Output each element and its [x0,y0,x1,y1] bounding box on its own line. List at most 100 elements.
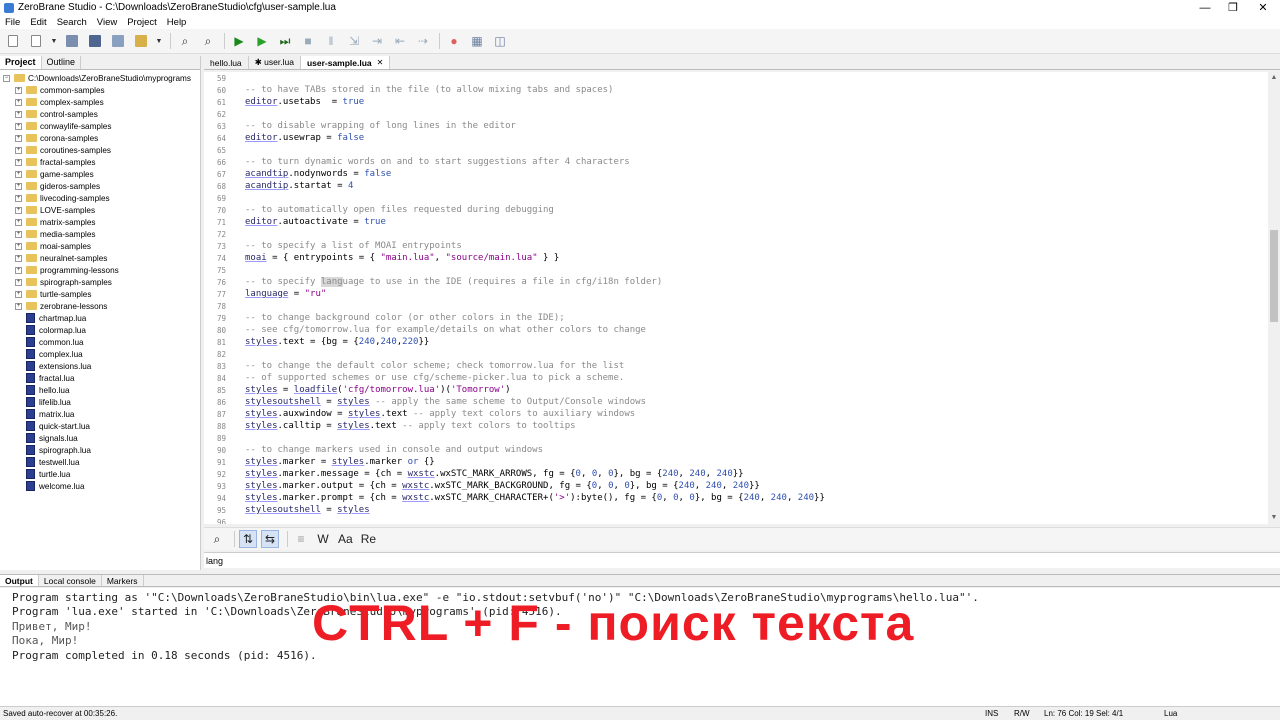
expand-icon[interactable]: + [15,182,22,190]
save-all-icon[interactable] [86,32,104,50]
code-line[interactable]: 83 -- to change the default color scheme;… [204,360,1268,372]
editor-scrollbar[interactable]: ▲ ▼ [1268,72,1280,524]
tree-folder[interactable]: + coroutines-samples [0,144,200,156]
code-line[interactable]: 87 styles.auxwindow = styles.text -- appl… [204,408,1268,420]
step-into-icon[interactable]: ⇲ [345,32,363,50]
expand-icon[interactable]: + [15,158,22,166]
code-line[interactable]: 95 stylesoutshell = styles [204,504,1268,516]
code-line[interactable]: 78 [204,300,1268,312]
code-line[interactable]: 70 -- to automatically open files request… [204,204,1268,216]
expand-icon[interactable]: + [15,194,22,202]
menu-search[interactable]: Search [52,17,92,28]
in-selection-icon[interactable]: ⇅ [239,530,257,548]
code-line[interactable]: 61 editor.usetabs = true [204,96,1268,108]
find-input[interactable]: lang [204,552,1280,568]
menu-file[interactable]: File [0,17,25,28]
tab-project[interactable]: Project [0,56,42,69]
tree-folder[interactable]: + complex-samples [0,96,200,108]
find-icon[interactable]: ⌕ [176,32,194,50]
context-icon[interactable]: ≡ [292,530,310,548]
code-line[interactable]: 59 [204,72,1268,84]
chevron-down-icon[interactable]: ▼ [155,32,163,50]
tree-folder[interactable]: + neuralnet-samples [0,252,200,264]
maximize-button[interactable]: ❐ [1218,0,1248,15]
expand-icon[interactable]: + [15,242,22,250]
code-line[interactable]: 60 -- to have TABs stored in the file (to… [204,84,1268,96]
tree-folder[interactable]: + zerobrane-lessons [0,300,200,312]
code-line[interactable]: 68 acandtip.startat = 4 [204,180,1268,192]
code-editor[interactable]: 59 60 -- to have TABs stored in the file (… [204,72,1268,524]
tab-output[interactable]: Output [0,575,39,586]
code-line[interactable]: 81 styles.text = {bg = {240,240,220}} [204,336,1268,348]
code-line[interactable]: 92 styles.marker.message = {ch = wxstc.wx… [204,468,1268,480]
stack-window-icon[interactable]: ▦ [468,32,486,50]
expand-icon[interactable]: + [15,122,22,130]
match-case-button[interactable]: Aa [336,530,355,548]
code-line[interactable]: 94 styles.marker.prompt = {ch = wxstc.wxS… [204,492,1268,504]
tree-file[interactable]: fractal.lua [0,372,200,384]
code-line[interactable]: 96 [204,516,1268,525]
tree-folder[interactable]: + control-samples [0,108,200,120]
tab-hello-lua[interactable]: hello.lua [204,56,249,69]
save-icon[interactable] [63,32,81,50]
code-line[interactable]: 80 -- see cfg/tomorrow.lua for example/de… [204,324,1268,336]
menu-project[interactable]: Project [122,17,162,28]
project-dropdown-icon[interactable] [132,32,150,50]
tree-root[interactable]: − C:\Downloads\ZeroBraneStudio\myprogram… [0,72,200,84]
expand-icon[interactable]: + [15,134,22,142]
tab-outline[interactable]: Outline [42,56,82,69]
close-tab-icon[interactable]: ✕ [377,58,384,67]
code-line[interactable]: 62 [204,108,1268,120]
tree-file[interactable]: complex.lua [0,348,200,360]
replace-icon[interactable]: ⌕ [199,32,217,50]
tree-folder[interactable]: + programming-lessons [0,264,200,276]
expand-icon[interactable]: + [15,146,22,154]
tab-user-lua[interactable]: ✱ user.lua [249,56,301,69]
tab-user-sample-lua[interactable]: user-sample.lua ✕ [300,56,391,69]
tree-folder[interactable]: + turtle-samples [0,288,200,300]
collapse-icon[interactable]: − [3,74,10,82]
tree-folder[interactable]: + media-samples [0,228,200,240]
expand-icon[interactable]: + [15,86,22,94]
tree-file[interactable]: spirograph.lua [0,444,200,456]
start-debug-icon[interactable]: ▶ [230,32,248,50]
tab-markers[interactable]: Markers [102,575,144,586]
step-over-icon[interactable]: ⇥ [368,32,386,50]
code-line[interactable]: 84 -- of supported schemes or use cfg/sch… [204,372,1268,384]
menu-view[interactable]: View [92,17,122,28]
code-line[interactable]: 89 [204,432,1268,444]
expand-icon[interactable]: + [15,170,22,178]
code-line[interactable]: 73 -- to specify a list of MOAI entrypoin… [204,240,1268,252]
run-to-cursor-icon[interactable]: ⇢ [414,32,432,50]
tree-folder[interactable]: + matrix-samples [0,216,200,228]
code-line[interactable]: 82 [204,348,1268,360]
code-line[interactable]: 64 editor.usewrap = false [204,132,1268,144]
regex-button[interactable]: Re [359,530,378,548]
toggle-breakpoint-icon[interactable]: ● [445,32,463,50]
code-line[interactable]: 86 stylesoutshell = styles -- apply the s… [204,396,1268,408]
code-line[interactable]: 93 styles.marker.output = {ch = wxstc.wxS… [204,480,1268,492]
tree-file[interactable]: lifelib.lua [0,396,200,408]
tree-file[interactable]: common.lua [0,336,200,348]
expand-icon[interactable]: + [15,278,22,286]
tree-folder[interactable]: + corona-samples [0,132,200,144]
tree-file[interactable]: signals.lua [0,432,200,444]
tab-local-console[interactable]: Local console [39,575,102,586]
project-dir-icon[interactable] [109,32,127,50]
code-line[interactable]: 75 [204,264,1268,276]
tree-folder[interactable]: + conwaylife-samples [0,120,200,132]
wrap-around-icon[interactable]: ⇆ [261,530,279,548]
tree-file[interactable]: welcome.lua [0,480,200,492]
tree-folder[interactable]: + livecoding-samples [0,192,200,204]
code-line[interactable]: 63 -- to disable wrapping of long lines i… [204,120,1268,132]
dropdown-icon[interactable]: ▼ [50,32,58,50]
stop-icon[interactable]: ■ [299,32,317,50]
expand-icon[interactable]: + [15,230,22,238]
code-line[interactable]: 91 styles.marker = styles.marker or {} [204,456,1268,468]
code-line[interactable]: 76 -- to specify language to use in the I… [204,276,1268,288]
tree-file[interactable]: testwell.lua [0,456,200,468]
menu-edit[interactable]: Edit [25,17,51,28]
tree-folder[interactable]: + gideros-samples [0,180,200,192]
code-line[interactable]: 74 moai = { entrypoints = { "main.lua", "… [204,252,1268,264]
code-line[interactable]: 66 -- to turn dynamic words on and to sta… [204,156,1268,168]
